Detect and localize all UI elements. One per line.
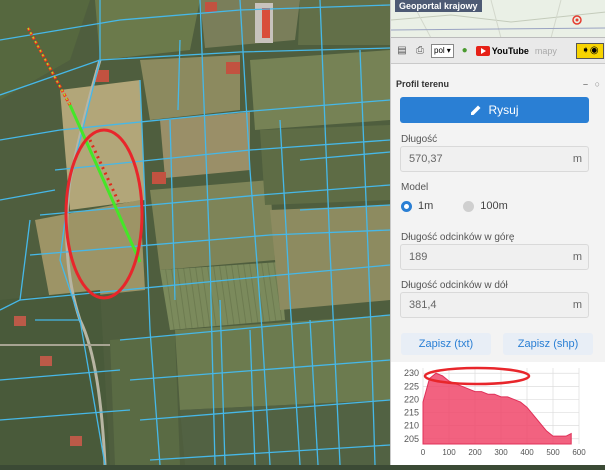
model-label: Model (401, 182, 428, 193)
x-tick-label: 0 (421, 448, 426, 457)
youtube-link[interactable]: YouTube (476, 46, 529, 56)
y-tick-label: 230 (404, 368, 419, 378)
model-radio-group: 1m 100m (401, 200, 508, 212)
model-100m-label: 100m (480, 200, 508, 212)
gora-field[interactable]: 189 m (400, 244, 589, 270)
gora-label: Długość odcinków w górę (401, 232, 514, 243)
x-tick-label: 600 (572, 448, 586, 457)
rysuj-button[interactable]: Rysuj (400, 97, 589, 123)
minimap[interactable]: Geoportal krajowy (391, 0, 605, 38)
minimap-title: Geoportal krajowy (395, 0, 482, 12)
dol-label: Długość odcinków w dół (401, 280, 508, 291)
gora-unit: m (573, 245, 582, 269)
elevation-chart: 205 210 215 220 225 230 0 100 200 300 400 500 600 (391, 362, 605, 465)
x-tick-label: 300 (494, 448, 508, 457)
zapisz-txt-button[interactable]: Zapisz (txt) (401, 333, 491, 355)
panel-title: Profil terenu (396, 79, 449, 89)
dlugosc-label: Długość (401, 134, 437, 145)
toolbar: ▤ ⎙ pol ▾ ● YouTube mapy ➧◉ (391, 38, 605, 64)
y-tick-label: 225 (404, 381, 419, 391)
close-icon[interactable]: ○ (595, 76, 600, 92)
profil-panel-header: Profil terenu – ○ (391, 76, 605, 92)
dol-unit: m (573, 293, 582, 317)
dol-field[interactable]: 381,4 m (400, 292, 589, 318)
dlugosc-unit: m (573, 147, 582, 171)
gora-value: 189 (409, 251, 427, 263)
print-icon[interactable]: ⎙ (413, 44, 427, 58)
model-100m-radio[interactable] (463, 201, 474, 212)
x-tick-label: 500 (546, 448, 560, 457)
language-value: pol (434, 46, 445, 55)
dlugosc-field[interactable]: 570,37 m (400, 146, 589, 172)
y-tick-label: 215 (404, 408, 419, 418)
x-tick-label: 400 (520, 448, 534, 457)
model-1m-label: 1m (418, 200, 433, 212)
y-tick-label: 220 (404, 394, 419, 404)
youtube-label: YouTube (492, 46, 529, 56)
minimize-icon[interactable]: – (583, 76, 588, 92)
elevation-chart-svg: 205 210 215 220 225 230 0 100 200 300 400 500 600 (391, 362, 605, 465)
book-icon[interactable]: ▤ (395, 44, 409, 58)
orthophoto-map[interactable] (0, 0, 390, 465)
eye-icon[interactable]: ➧◉ (576, 43, 604, 59)
zapisz-shp-button[interactable]: Zapisz (shp) (503, 333, 593, 355)
mapy-label: mapy (535, 46, 557, 56)
dol-value: 381,4 (409, 299, 437, 311)
x-tick-label: 200 (468, 448, 482, 457)
rysuj-label: Rysuj (488, 103, 518, 117)
help-icon[interactable]: ● (458, 44, 472, 58)
right-panel: Geoportal krajowy ▤ ⎙ pol ▾ ● YouTube ma… (390, 0, 605, 465)
map-view[interactable] (0, 0, 390, 465)
chevron-down-icon: ▾ (447, 46, 451, 55)
x-tick-label: 100 (442, 448, 456, 457)
y-tick-label: 205 (404, 434, 419, 444)
youtube-icon (476, 46, 490, 56)
dlugosc-value: 570,37 (409, 153, 443, 165)
language-select[interactable]: pol ▾ (431, 44, 454, 58)
model-1m-radio[interactable] (401, 201, 412, 212)
pencil-icon (470, 104, 482, 116)
y-tick-label: 210 (404, 421, 419, 431)
